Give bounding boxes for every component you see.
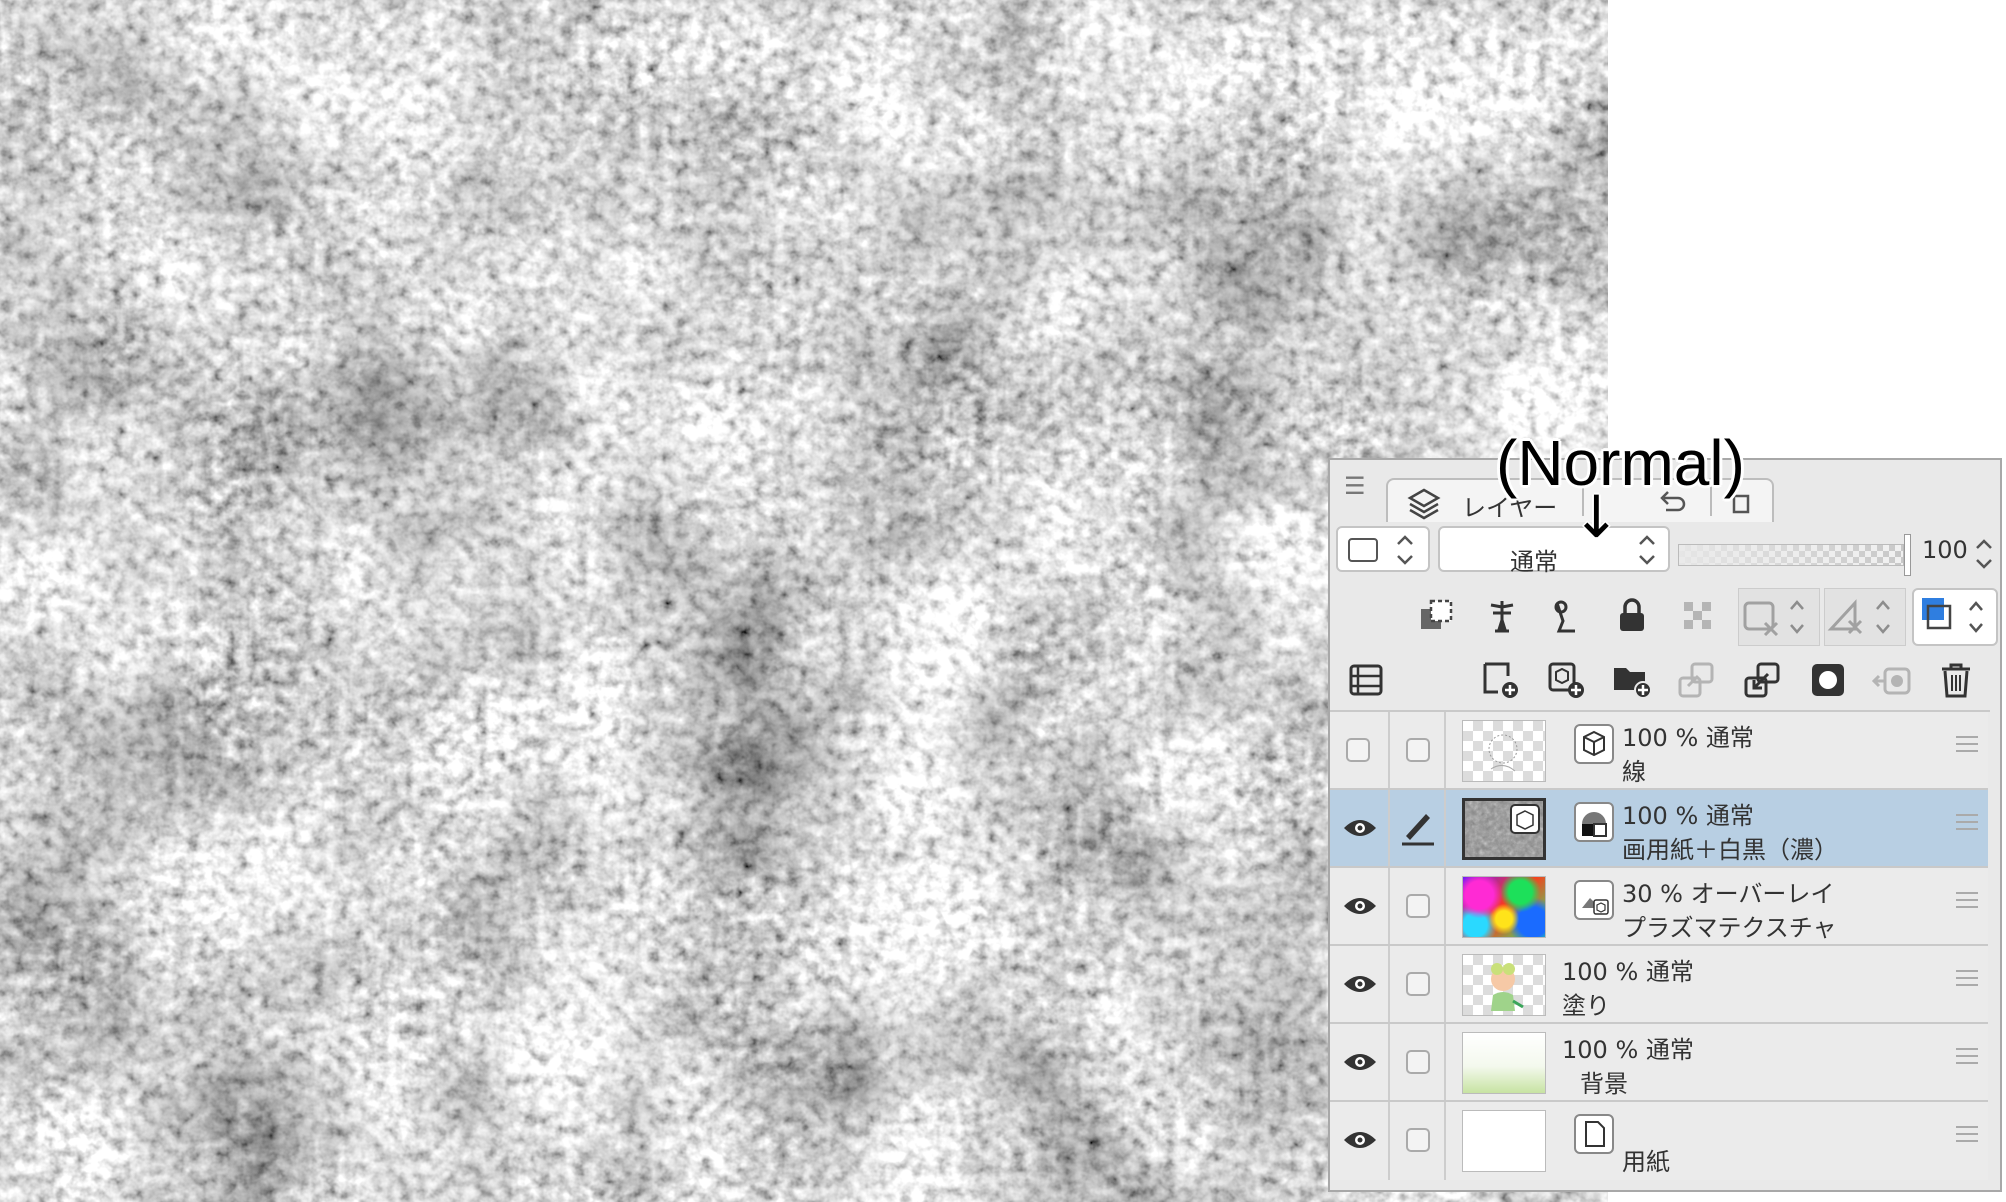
layer-opacity-mode: 30 % オーバーレイ [1622,880,1835,908]
draft-layer-icon[interactable] [1544,594,1588,638]
drag-handle-icon[interactable] [1956,736,1978,757]
lock-transparency-icon[interactable] [1676,594,1720,638]
edit-column [1390,712,1446,788]
layer-color-box[interactable] [1336,526,1430,572]
edit-column [1390,1024,1446,1100]
visibility-column [1330,1024,1390,1100]
transfer-to-lower-icon[interactable] [1674,658,1718,702]
blend-mode-value: 通常 [1510,548,1558,576]
layer-list: 100 % 通常 線 100 % 通常 画用紙＋白黒（濃） 30 % オーバーレ… [1330,710,1990,1190]
layer-row-paper-color[interactable]: 用紙 [1330,1102,1988,1180]
drag-handle-icon[interactable] [1956,1048,1978,1069]
layer-opacity-mode: 100 % 通常 [1622,802,1754,830]
paper-layer-icon [1574,1114,1614,1154]
edit-target-checkbox[interactable] [1406,894,1430,918]
combine-to-lower-icon[interactable] [1740,658,1784,702]
opacity-slider[interactable] [1678,544,1904,566]
opacity-value[interactable]: 100 [1922,536,1968,564]
spinner-arrows-icon[interactable] [1394,532,1416,568]
layer-panel: ☰ レイヤー 通常 100 100 % 通常 線 100 % 通常 画用紙＋白黒… [1328,458,2002,1192]
eye-icon[interactable] [1342,1050,1378,1074]
layer-opacity-mode: 100 % 通常 [1562,958,1694,986]
vector-layer-icon [1574,724,1614,764]
tone-correction-layer-icon [1574,802,1614,842]
mask-toggle[interactable] [1738,588,1820,646]
edit-target-checkbox[interactable] [1406,972,1430,996]
eye-icon[interactable] [1342,894,1378,918]
layer-row-plasma[interactable]: 30 % オーバーレイ プラズマテクスチャ [1330,868,1988,946]
layer-name: 背景 [1580,1070,1628,1098]
new-vector-layer-icon[interactable] [1544,658,1588,702]
opacity-arrows-icon[interactable] [1974,534,1994,574]
layer-name: 塗り [1562,992,1610,1020]
edit-target-checkbox[interactable] [1406,1128,1430,1152]
layer-row-paper[interactable]: 100 % 通常 画用紙＋白黒（濃） [1330,790,1988,868]
edit-column [1390,868,1446,944]
opacity-slider-handle[interactable] [1904,534,1911,576]
ruler-off-icon [1827,599,1890,635]
layer-row-background[interactable]: 100 % 通常 背景 [1330,1024,1988,1102]
pen-edit-icon[interactable] [1400,808,1436,846]
layer-thumbnail [1462,876,1546,938]
clip-to-layer-below-icon[interactable] [1414,594,1458,638]
delete-layer-icon[interactable] [1934,658,1978,702]
ruler-toggle[interactable] [1824,588,1906,646]
layer-name: 画用紙＋白黒（濃） [1622,836,1838,864]
drag-handle-icon[interactable] [1956,814,1978,835]
blend-mode-select[interactable]: 通常 [1438,526,1670,576]
blend-mode-arrows-icon[interactable] [1636,532,1658,568]
layer-thumbnail [1462,1032,1546,1094]
image-material-layer-icon [1574,880,1614,920]
layer-opacity-mode: 100 % 通常 [1562,1036,1694,1064]
visibility-column [1330,868,1390,944]
visibility-column [1330,712,1390,788]
blank-swatch-icon [1348,538,1378,562]
layer-opacity-mode: 100 % 通常 [1622,724,1754,752]
create-layer-mask-icon[interactable] [1806,658,1850,702]
visibility-column [1330,946,1390,1022]
layer-thumbnail [1462,954,1546,1016]
reference-layer-icon[interactable] [1480,594,1524,638]
layer-color-selector[interactable] [1912,588,1998,646]
mask-off-icon [1743,600,1804,637]
layer-row-fill[interactable]: 100 % 通常 塗り [1330,946,1988,1024]
layer-thumbnail [1462,720,1546,782]
lock-icon[interactable] [1610,594,1654,638]
layer-thumbnail [1462,798,1546,860]
layers-icon [1407,488,1441,520]
edit-column [1390,1102,1446,1180]
eye-icon[interactable] [1342,972,1378,996]
apply-mask-icon[interactable] [1870,658,1914,702]
drag-handle-icon[interactable] [1956,1126,1978,1147]
layer-color-icon [1922,598,1983,633]
panel-menu-icon[interactable]: ☰ [1344,474,1366,498]
edit-target-checkbox[interactable] [1406,1050,1430,1074]
visibility-checkbox[interactable] [1346,738,1370,762]
layer-name: プラズマテクスチャ [1622,914,1837,942]
edit-column [1390,946,1446,1022]
eye-icon[interactable] [1342,816,1378,840]
drag-handle-icon[interactable] [1956,970,1978,991]
new-folder-icon[interactable] [1610,658,1654,702]
layer-name: 線 [1622,758,1646,786]
layer-name: 用紙 [1622,1148,1670,1176]
drag-handle-icon[interactable] [1956,892,1978,913]
edit-column [1390,790,1446,866]
annotation-arrow: ↓ [1572,483,1621,551]
visibility-column [1330,790,1390,866]
layer-row-line[interactable]: 100 % 通常 線 [1330,712,1988,790]
new-raster-layer-icon[interactable] [1478,658,1522,702]
edit-target-checkbox[interactable] [1406,738,1430,762]
layer-thumbnail [1462,1110,1546,1172]
eye-icon[interactable] [1342,1128,1378,1152]
visibility-column [1330,1102,1390,1180]
layer-property-icon[interactable] [1344,658,1388,702]
